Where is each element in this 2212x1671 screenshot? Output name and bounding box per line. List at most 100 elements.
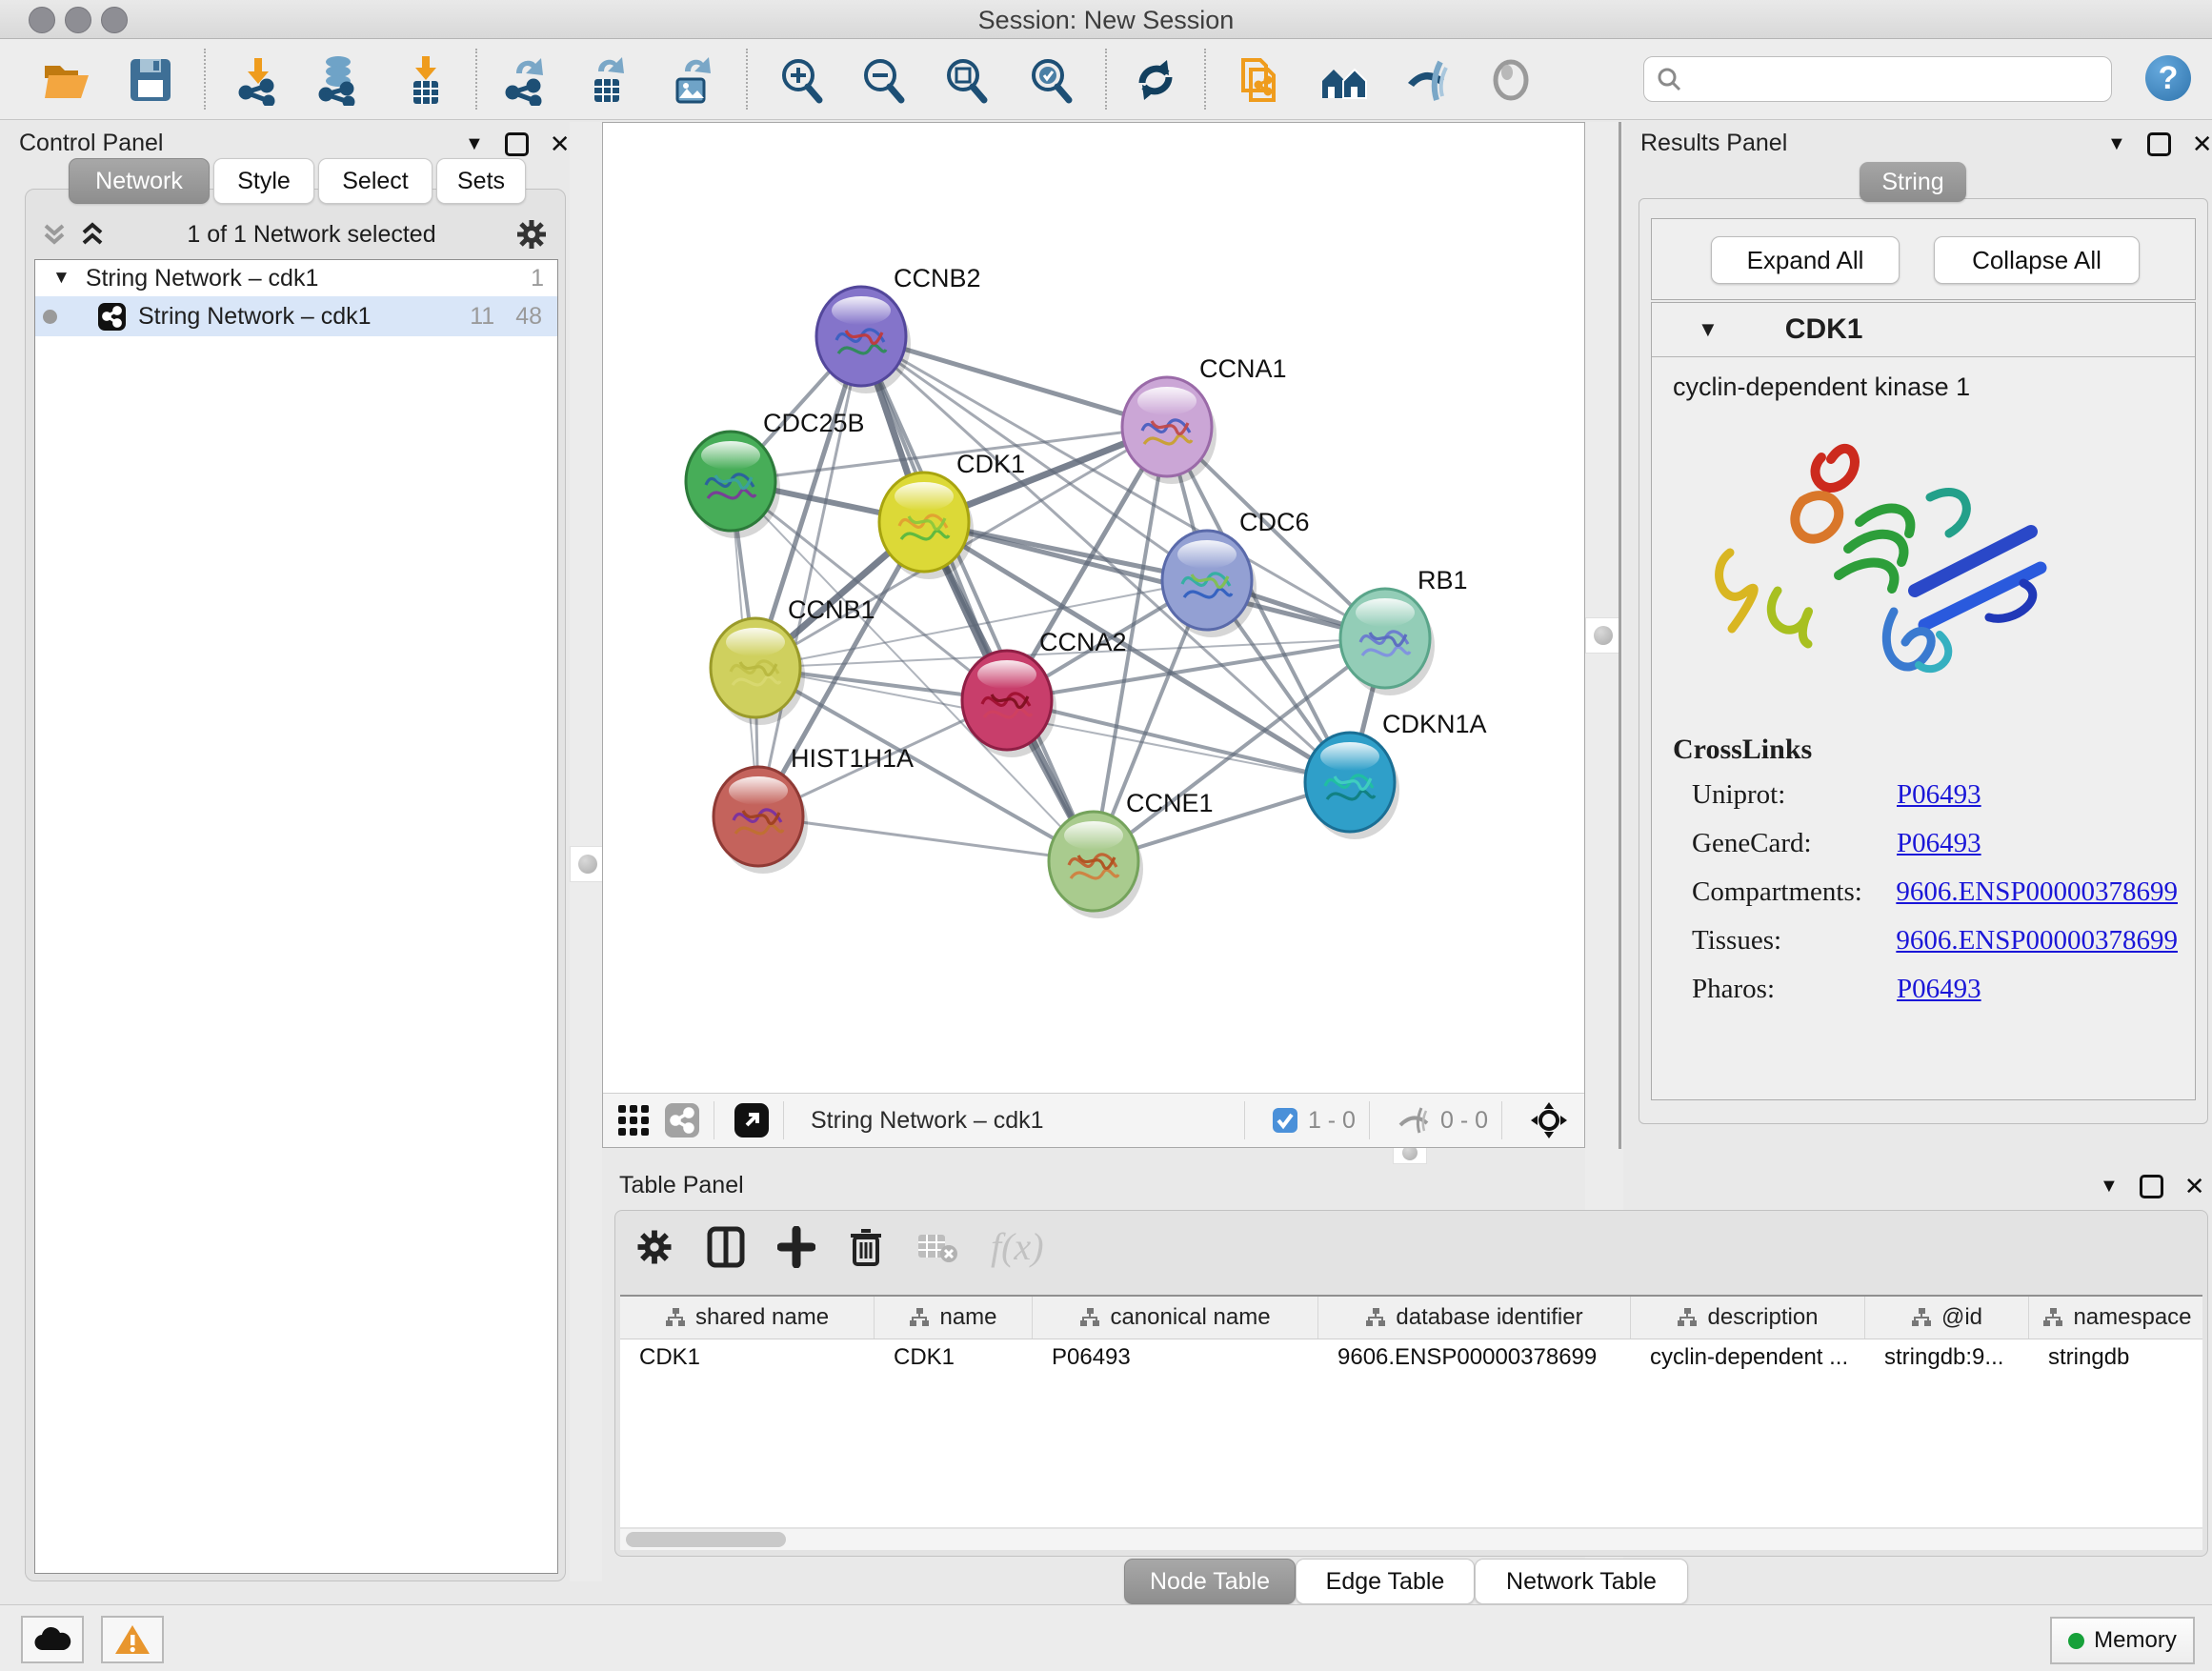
tab-network-table[interactable]: Network Table — [1475, 1559, 1688, 1604]
node-label-RB1: RB1 — [1418, 566, 1468, 594]
table-cell[interactable]: stringdb:9... — [1865, 1344, 2029, 1371]
help-icon[interactable]: ? — [2145, 55, 2191, 101]
clone-network-icon[interactable] — [1234, 52, 1289, 108]
network-node-CDC6[interactable]: CDC6 — [1162, 508, 1310, 637]
birdseye-view-icon[interactable] — [616, 1103, 651, 1137]
panel-close-icon[interactable]: ✕ — [2184, 1172, 2205, 1201]
node-result-header[interactable]: ▼ CDK1 — [1652, 303, 2195, 357]
collapse-all-icon[interactable] — [38, 220, 70, 249]
table-options-gear-icon[interactable] — [634, 1227, 674, 1267]
table-cell[interactable]: CDK1 — [620, 1344, 875, 1371]
export-network-icon[interactable] — [497, 52, 553, 108]
column-header-label: @id — [1941, 1304, 1982, 1331]
column-header-name[interactable]: name — [875, 1297, 1033, 1339]
column-header-database-identifier[interactable]: database identifier — [1318, 1297, 1631, 1339]
hide-selected-icon[interactable] — [1400, 52, 1456, 108]
table-cell[interactable]: 9606.ENSP00000378699 — [1318, 1344, 1631, 1371]
expand-all-button[interactable]: Expand All — [1711, 236, 1900, 284]
panel-undock-icon[interactable] — [2147, 132, 2171, 156]
network-tree-row-selected[interactable]: String Network – cdk1 11 48 — [35, 296, 557, 336]
panel-close-icon[interactable]: ✕ — [2192, 130, 2212, 159]
search-input[interactable] — [1643, 56, 2112, 102]
network-node-CCNB2[interactable]: CCNB2 — [816, 264, 981, 393]
tab-sets[interactable]: Sets — [436, 158, 526, 204]
table-cell[interactable]: P06493 — [1033, 1344, 1318, 1371]
memory-button[interactable]: Memory — [2050, 1617, 2195, 1664]
scrollbar-thumb[interactable] — [626, 1532, 786, 1547]
tree-collapse-icon[interactable]: ▼ — [52, 268, 70, 289]
import-network-icon[interactable] — [231, 52, 286, 108]
crosslink-label: Compartments: — [1692, 876, 1896, 908]
zoom-out-icon[interactable] — [855, 52, 911, 108]
export-image-icon[interactable] — [664, 52, 719, 108]
export-table-icon[interactable] — [579, 52, 634, 108]
import-network-from-database-icon[interactable] — [311, 52, 366, 108]
control-panel-title: Control Panel — [19, 130, 163, 157]
table-cell[interactable]: cyclin-dependent ... — [1631, 1344, 1865, 1371]
refresh-icon[interactable] — [1128, 52, 1183, 108]
zoom-in-icon[interactable] — [774, 52, 829, 108]
import-table-icon[interactable] — [398, 52, 453, 108]
show-columns-icon[interactable] — [707, 1226, 745, 1268]
tab-network[interactable]: Network — [69, 158, 210, 204]
column-header-canonical-name[interactable]: canonical name — [1033, 1297, 1318, 1339]
left-splitter-handle[interactable] — [570, 846, 606, 882]
table-cell[interactable]: CDK1 — [875, 1344, 1033, 1371]
network-node-CCNB1[interactable]: CCNB1 — [711, 595, 875, 725]
right-splitter-handle[interactable] — [1585, 617, 1621, 654]
panel-undock-icon[interactable] — [2140, 1175, 2163, 1198]
panel-float-icon[interactable]: ▼ — [2107, 133, 2126, 155]
table-horizontal-scrollbar[interactable] — [620, 1529, 2202, 1550]
crosslink-link[interactable]: 9606.ENSP00000378699 — [1896, 925, 2178, 956]
network-node-CDC25B[interactable]: CDC25B — [686, 409, 865, 538]
collapse-all-button[interactable]: Collapse All — [1934, 236, 2140, 284]
crosslink-link[interactable]: 9606.ENSP00000378699 — [1896, 876, 2178, 908]
zoom-fit-icon[interactable] — [938, 52, 994, 108]
network-options-gear-icon[interactable] — [514, 217, 549, 252]
selected-checkbox-icon[interactable] — [1272, 1107, 1298, 1134]
delete-column-icon[interactable] — [848, 1226, 884, 1268]
network-node-CCNA1[interactable]: CCNA1 — [1122, 354, 1287, 484]
tab-select[interactable]: Select — [318, 158, 432, 204]
column-header--id[interactable]: @id — [1865, 1297, 2029, 1339]
open-in-browser-icon[interactable] — [734, 1102, 770, 1138]
show-all-icon[interactable] — [1483, 52, 1538, 108]
tab-style[interactable]: Style — [213, 158, 314, 204]
network-node-RB1[interactable]: RB1 — [1340, 566, 1468, 695]
network-node-HIST1H1A[interactable]: HIST1H1A — [714, 744, 914, 874]
network-node-CCNE1[interactable]: CCNE1 — [1049, 789, 1214, 918]
crosslink-link[interactable]: P06493 — [1897, 974, 1981, 1005]
warning-button[interactable] — [101, 1616, 164, 1663]
column-header-shared-name[interactable]: shared name — [620, 1297, 875, 1339]
tab-node-table[interactable]: Node Table — [1124, 1559, 1296, 1604]
panel-float-icon[interactable]: ▼ — [465, 133, 484, 155]
panel-undock-icon[interactable] — [505, 132, 529, 156]
network-node-CDKN1A[interactable]: CDKN1A — [1305, 710, 1487, 839]
table-row[interactable]: CDK1CDK1P064939606.ENSP00000378699cyclin… — [620, 1339, 2202, 1376]
cloud-status-button[interactable] — [21, 1616, 84, 1663]
panel-close-icon[interactable]: ✕ — [550, 130, 571, 159]
left-splitter[interactable] — [570, 122, 602, 1581]
crosslink-link[interactable]: P06493 — [1897, 779, 1981, 811]
fit-content-crosshair-icon[interactable] — [1529, 1100, 1569, 1140]
node-table[interactable]: shared namenamecanonical namedatabase id… — [620, 1295, 2202, 1527]
tab-string[interactable]: String — [1860, 162, 1966, 202]
network-overview-icon[interactable] — [664, 1102, 700, 1138]
expand-all-icon[interactable] — [76, 220, 109, 249]
first-neighbors-icon[interactable] — [1317, 52, 1372, 108]
network-tree-root-row[interactable]: ▼ String Network – cdk1 1 — [35, 260, 557, 296]
table-cell[interactable]: stringdb — [2029, 1344, 2202, 1371]
panel-float-icon[interactable]: ▼ — [2100, 1176, 2119, 1198]
crosslink-link[interactable]: P06493 — [1897, 828, 1981, 859]
zoom-selected-icon[interactable] — [1023, 52, 1078, 108]
column-header-description[interactable]: description — [1631, 1297, 1865, 1339]
save-session-icon[interactable] — [123, 52, 178, 108]
network-view[interactable]: CCNB2CCNA1CDC25BCDK1CDC6RB1CCNB1CCNA2CDK… — [602, 122, 1585, 1148]
column-header-namespace[interactable]: namespace — [2029, 1297, 2202, 1339]
network-node-CDK1[interactable]: CDK1 — [879, 450, 1025, 579]
collapse-entry-icon[interactable]: ▼ — [1698, 317, 1719, 342]
add-column-icon[interactable] — [777, 1226, 815, 1268]
open-file-icon[interactable] — [39, 52, 94, 108]
tab-edge-table[interactable]: Edge Table — [1296, 1559, 1475, 1604]
network-canvas[interactable]: CCNB2CCNA1CDC25BCDK1CDC6RB1CCNB1CCNA2CDK… — [603, 123, 1584, 1094]
